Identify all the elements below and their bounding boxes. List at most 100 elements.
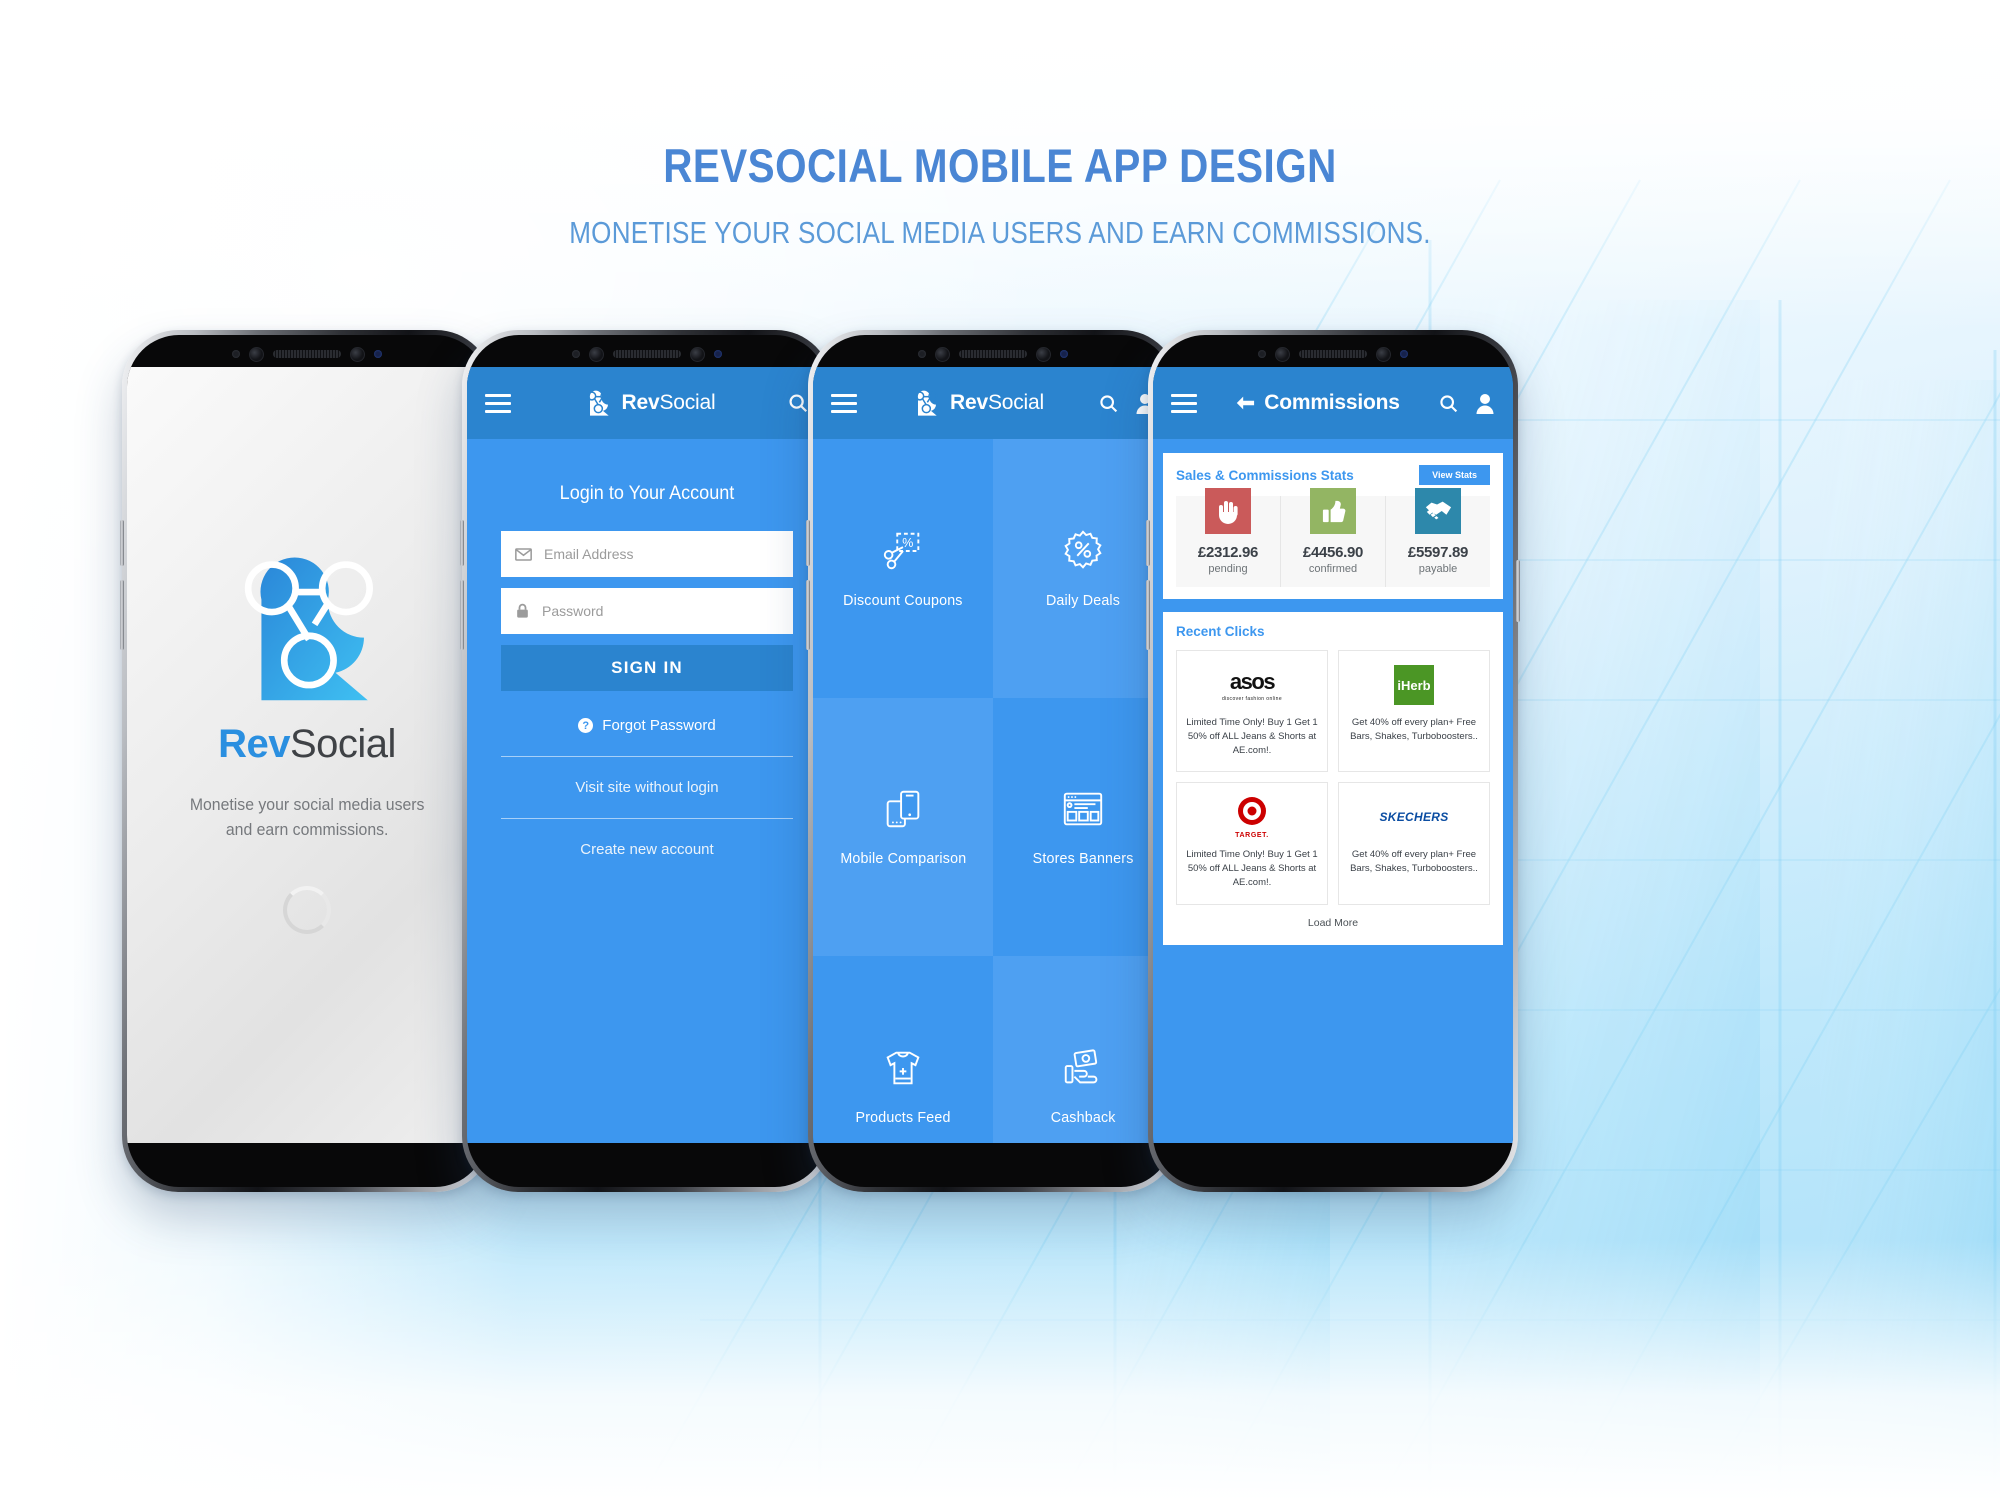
menu-tile-products-feed[interactable]: Products Feed [813, 956, 993, 1143]
brand-rev-text: Rev [950, 391, 988, 414]
volume-up-button[interactable] [806, 520, 810, 566]
app-header-commissions: Commissions [1153, 367, 1513, 439]
light-sensor-icon [714, 350, 722, 358]
menu-tile-discount-coupons[interactable]: % Discount Coupons [813, 439, 993, 698]
front-camera-icon [1376, 346, 1391, 362]
recent-clicks-title: Recent Clicks [1176, 624, 1265, 639]
page-title-commissions: Commissions [1264, 391, 1400, 414]
phone-sensor-row [127, 335, 487, 373]
proximity-sensor-icon [918, 350, 926, 358]
app-header-menu: RevSocial [813, 367, 1173, 439]
iris-scanner-icon [935, 346, 950, 362]
light-sensor-icon [374, 350, 382, 358]
stat-pending[interactable]: £2312.96 pending [1176, 488, 1281, 587]
sales-commissions-stats-card: Sales & Commissions Stats View Stats £23… [1163, 453, 1503, 599]
stat-label: pending [1208, 563, 1248, 575]
search-icon[interactable] [787, 392, 809, 414]
target-logo-text: TARGET. [1235, 831, 1269, 839]
light-sensor-icon [1400, 350, 1408, 358]
volume-down-button[interactable] [120, 580, 124, 650]
volume-up-button[interactable] [120, 520, 124, 566]
stat-label: confirmed [1308, 563, 1358, 575]
menu-tile-cashback[interactable]: Cashback [993, 956, 1173, 1143]
volume-down-button[interactable] [460, 580, 464, 650]
envelope-icon [515, 547, 532, 561]
proximity-sensor-icon [232, 350, 240, 358]
email-field[interactable]: Email Address [501, 531, 793, 577]
phone-mockup-commissions: Commissions Sales & Commissions Stats Vi… [1146, 330, 1520, 1192]
light-sensor-icon [1060, 350, 1068, 358]
screen-menu: RevSocial % Discount Coupons Daily Deals… [813, 367, 1173, 1143]
click-card-text: Limited Time Only! Buy 1 Get 1 50% off A… [1186, 717, 1318, 756]
handshake-icon [1415, 488, 1461, 534]
password-field[interactable]: Password [501, 588, 793, 634]
iherb-logo-text: iHerb [1397, 677, 1431, 693]
phone-sensor-row [467, 335, 827, 373]
email-input-placeholder: Email Address [544, 546, 634, 562]
visit-site-link[interactable]: Visit site without login [501, 779, 793, 796]
click-card-asos[interactable]: asos discover fashion online Limited Tim… [1176, 650, 1328, 773]
stats-row: £2312.96 pending £4456.90 confirmed £559… [1176, 488, 1490, 587]
splash-tagline-line2: and earn commissions. [225, 819, 389, 839]
menu-tile-daily-deals[interactable]: Daily Deals [993, 439, 1173, 698]
two-phones-icon [886, 791, 920, 828]
search-icon[interactable] [1098, 393, 1119, 414]
stat-confirmed[interactable]: £4456.90 confirmed [1281, 488, 1386, 587]
search-icon[interactable] [1438, 393, 1459, 414]
app-header-brand: RevSocial [857, 390, 1098, 417]
front-camera-icon [690, 346, 705, 362]
hamburger-menu-icon[interactable] [485, 393, 511, 413]
divider-top [501, 756, 793, 757]
question-circle-icon: ? [578, 718, 594, 733]
app-header-brand: RevSocial [511, 390, 787, 417]
screen-splash: RevSocial Monetise your social media use… [127, 367, 487, 1143]
page-subtitle: Monetise your social media users and ear… [569, 215, 1431, 250]
app-header-brand-text: RevSocial [950, 391, 1044, 415]
menu-tile-label: Products Feed [855, 1109, 951, 1127]
brand-rev-text: Rev [218, 721, 290, 766]
click-card-target[interactable]: TARGET. Limited Time Only! Buy 1 Get 1 5… [1176, 782, 1328, 905]
click-card-skechers[interactable]: SKECHERS Get 40% off every plan+ Free Ba… [1338, 782, 1490, 905]
header-section: RevSocial Mobile App Design Monetise you… [0, 138, 2000, 251]
sign-in-button[interactable]: SIGN IN [501, 645, 793, 691]
password-input-placeholder: Password [542, 603, 604, 619]
hamburger-menu-icon[interactable] [1171, 393, 1197, 413]
volume-down-button[interactable] [1146, 580, 1150, 650]
earpiece-speaker-icon [613, 350, 681, 358]
menu-tile-label: Stores Banners [1032, 850, 1134, 868]
volume-up-button[interactable] [460, 520, 464, 566]
forgot-password-link[interactable]: ? Forgot Password [501, 717, 793, 734]
front-camera-icon [350, 346, 365, 362]
load-more-button[interactable]: Load More [1176, 905, 1490, 933]
menu-tile-mobile-comparison[interactable]: Mobile Comparison [813, 697, 993, 957]
page-title: RevSocial Mobile App Design [663, 139, 1337, 192]
menu-tile-label: Daily Deals [1045, 591, 1121, 609]
user-profile-icon[interactable] [1475, 393, 1495, 414]
volume-down-button[interactable] [806, 580, 810, 650]
hamburger-menu-icon[interactable] [831, 393, 857, 413]
menu-tile-stores-banners[interactable]: Stores Banners [993, 697, 1173, 957]
target-bullseye-icon [1237, 796, 1266, 825]
skechers-logo-icon: SKECHERS [1379, 795, 1448, 839]
browser-banner-icon [1063, 793, 1103, 826]
back-arrow-icon[interactable] [1235, 395, 1255, 411]
recent-clicks-card: Recent Clicks asos discover fashion onli… [1163, 612, 1503, 945]
click-card-iherb[interactable]: iHerb Get 40% off every plan+ Free Bars,… [1338, 650, 1490, 773]
forgot-password-label: Forgot Password [602, 717, 716, 734]
splash-tagline: Monetise your social media users and ear… [190, 793, 425, 842]
volume-up-button[interactable] [1146, 520, 1150, 566]
phone-mockup-splash: RevSocial Monetise your social media use… [120, 330, 494, 1192]
iris-scanner-icon [1275, 346, 1290, 362]
click-card-text: Get 40% off every plan+ Free Bars, Shake… [1350, 849, 1478, 875]
stat-payable[interactable]: £5597.89 payable [1386, 488, 1490, 587]
brand-rev-text: Rev [621, 391, 660, 414]
scissors-percent-coupon-icon: % [883, 532, 920, 570]
splash-brand: RevSocial [218, 722, 396, 767]
power-button[interactable] [1516, 560, 1520, 622]
view-stats-button[interactable]: View Stats [1419, 465, 1490, 485]
create-account-link[interactable]: Create new account [501, 841, 793, 858]
asos-logo-subtext: discover fashion online [1221, 695, 1283, 702]
phone-mockup-menu: RevSocial % Discount Coupons Daily Deals… [806, 330, 1180, 1192]
screen-commissions: Commissions Sales & Commissions Stats Vi… [1153, 367, 1513, 1143]
menu-tile-label: Discount Coupons [843, 591, 963, 609]
